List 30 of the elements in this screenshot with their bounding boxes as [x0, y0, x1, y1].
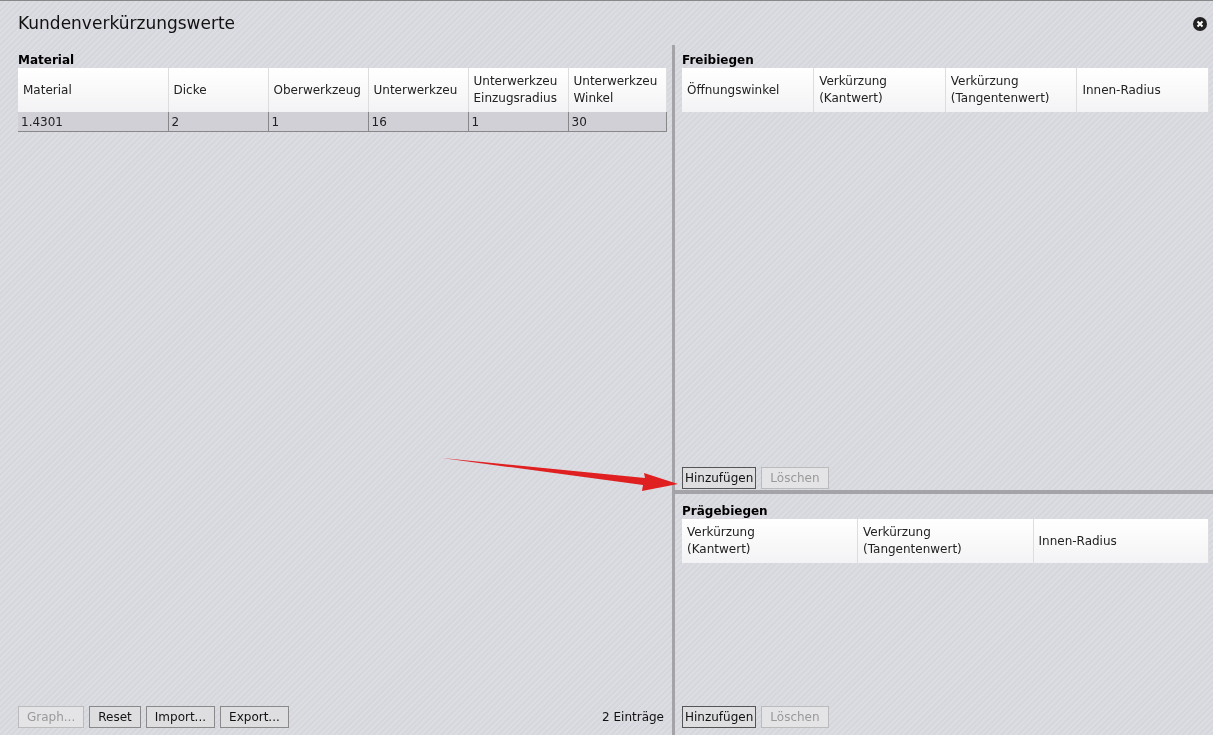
column-header[interactable]: Dicke [168, 68, 268, 112]
table-cell: 16 [368, 112, 468, 132]
section-title: Freibiegen [682, 53, 755, 67]
section-title: Prägebiegen [682, 504, 769, 518]
column-header[interactable]: Unterwerkzeu [368, 68, 468, 112]
action-button[interactable]: Hinzufügen [682, 467, 757, 489]
section-title: Material [18, 53, 76, 67]
close-icon[interactable] [1193, 17, 1207, 31]
action-button[interactable]: Export... [220, 706, 289, 728]
table-cell: 2 [168, 112, 268, 132]
action-button[interactable]: Import... [145, 706, 216, 728]
action-button[interactable]: Hinzufügen [682, 706, 757, 728]
column-header[interactable]: Unterwerkzeu Winkel [568, 68, 666, 112]
column-header[interactable]: Verkürzung (Kantwert) [813, 68, 946, 112]
action-button[interactable]: Reset [89, 706, 141, 728]
column-header[interactable]: Verkürzung (Kantwert) [682, 519, 858, 563]
column-header[interactable]: Material [18, 68, 168, 112]
entry-count: 2 Einträge [602, 710, 664, 724]
column-header[interactable]: Oberwerkzeug [268, 68, 368, 112]
column-header[interactable]: Innen-Radius [1033, 519, 1209, 563]
column-header[interactable]: Innen-Radius [1076, 68, 1209, 112]
table-cell: 1.4301 [18, 112, 168, 132]
column-header[interactable]: Verkürzung (Tangentenwert) [857, 519, 1033, 563]
column-header[interactable]: Unterwerkzeu Einzugsradius [468, 68, 568, 112]
column-header[interactable]: Öffnungswinkel [682, 68, 814, 112]
table-cell: 1 [468, 112, 568, 132]
window-title: Kundenverkürzungswerte [18, 13, 236, 33]
table-cell: 30 [568, 112, 666, 132]
table-cell: 1 [268, 112, 368, 132]
column-header[interactable]: Verkürzung (Tangentenwert) [945, 68, 1077, 112]
